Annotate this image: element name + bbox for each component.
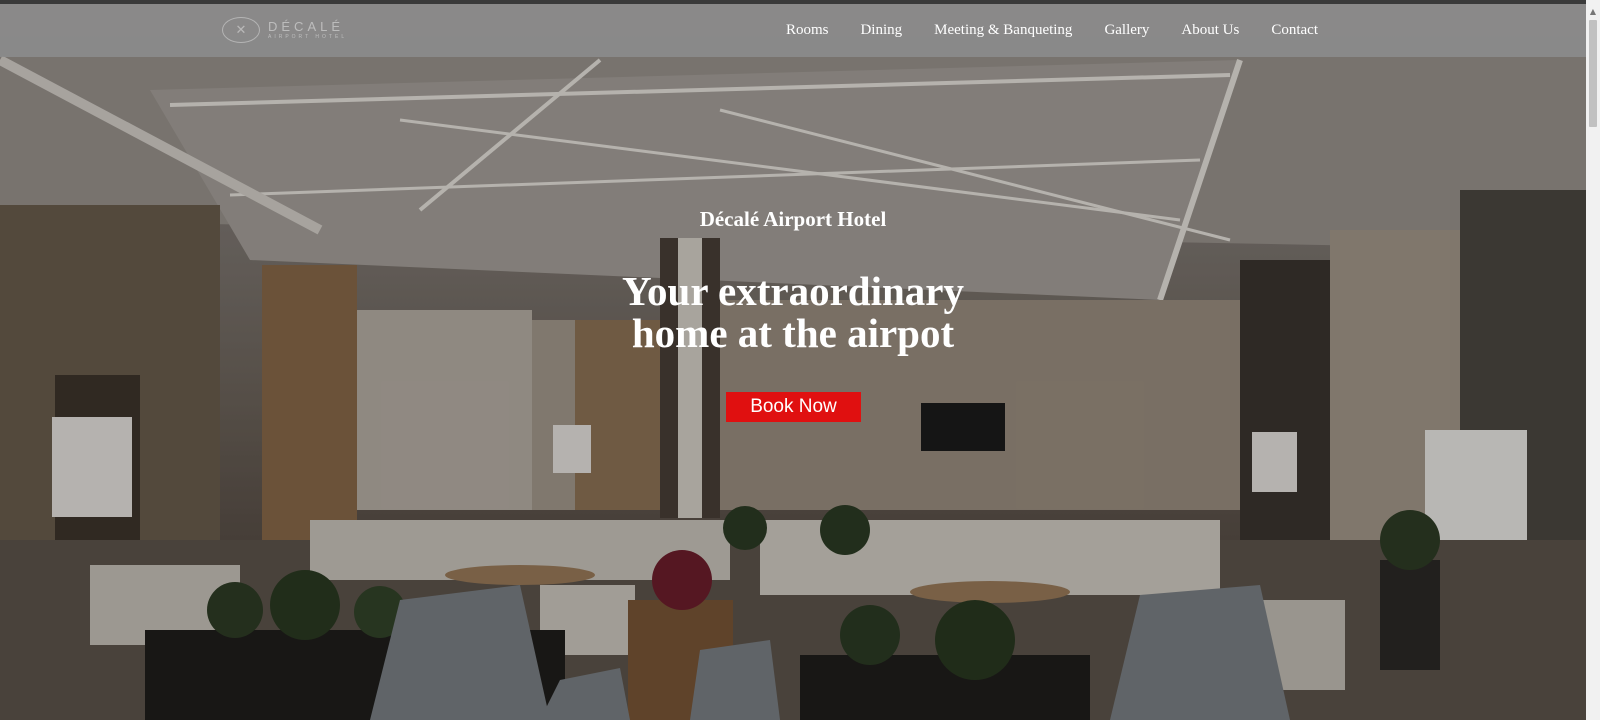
browser-viewport: ✕ DÉCALÉ AIRPORT HOTEL Rooms Dining Meet… bbox=[0, 0, 1600, 720]
logo-text: DÉCALÉ AIRPORT HOTEL bbox=[268, 20, 347, 40]
hero-headline-line-2: home at the airpot bbox=[631, 310, 955, 356]
page-scrollbar[interactable]: ▲ bbox=[1586, 0, 1600, 720]
scrollbar-thumb[interactable] bbox=[1589, 20, 1597, 127]
nav-meeting-banqueting[interactable]: Meeting & Banqueting bbox=[918, 22, 1088, 39]
scroll-up-arrow-icon[interactable]: ▲ bbox=[1586, 4, 1600, 18]
nav-contact[interactable]: Contact bbox=[1255, 22, 1334, 39]
hero-headline-line-1: Your extraordinary bbox=[621, 268, 964, 314]
logo-mark-icon: ✕ bbox=[222, 17, 260, 43]
logo-subtitle: AIRPORT HOTEL bbox=[268, 34, 348, 40]
nav-gallery[interactable]: Gallery bbox=[1088, 22, 1165, 39]
hero-content: Décalé Airport Hotel Your extraordinary … bbox=[0, 0, 1586, 720]
hero-headline: Your extraordinary home at the airpot bbox=[0, 270, 1586, 354]
logo-wordmark: DÉCALÉ bbox=[268, 19, 345, 34]
nav-about-us[interactable]: About Us bbox=[1165, 22, 1255, 39]
nav-rooms[interactable]: Rooms bbox=[770, 22, 845, 39]
hotel-logo[interactable]: ✕ DÉCALÉ AIRPORT HOTEL bbox=[222, 15, 347, 45]
nav-dining[interactable]: Dining bbox=[844, 22, 918, 39]
hero-hotel-name: Décalé Airport Hotel bbox=[699, 207, 887, 231]
top-strip bbox=[0, 0, 1586, 4]
main-nav: Rooms Dining Meeting & Banqueting Galler… bbox=[770, 4, 1334, 57]
site-navbar: ✕ DÉCALÉ AIRPORT HOTEL Rooms Dining Meet… bbox=[0, 4, 1586, 57]
book-now-button[interactable]: Book Now bbox=[726, 392, 861, 422]
